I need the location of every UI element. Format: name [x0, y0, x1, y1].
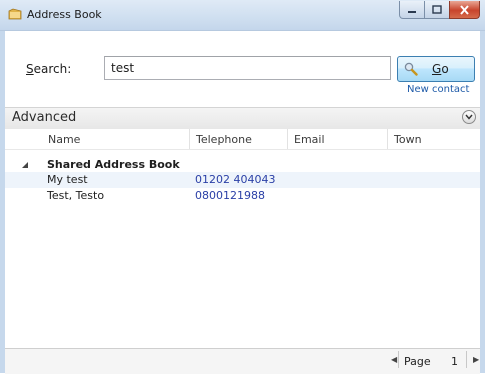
page-label: Page — [404, 355, 431, 368]
column-header-email[interactable]: Email — [288, 129, 388, 149]
expand-button[interactable] — [462, 110, 476, 124]
chevron-down-icon — [465, 114, 473, 120]
new-contact-link[interactable]: New contact — [407, 84, 469, 95]
maximize-button[interactable] — [424, 1, 450, 19]
previous-page-icon[interactable]: ◀ — [391, 355, 397, 364]
contact-name: Test, Testo — [47, 189, 105, 202]
column-header-telephone[interactable]: Telephone — [190, 129, 288, 149]
advanced-bar[interactable]: Advanced — [5, 107, 480, 130]
group-label: Shared Address Book — [47, 158, 180, 171]
maximize-icon — [432, 5, 442, 14]
search-icon — [404, 62, 418, 76]
column-header-town[interactable]: Town — [388, 129, 480, 149]
minimize-icon — [408, 10, 416, 13]
page-number[interactable]: 1 — [451, 355, 458, 368]
table-row[interactable]: My test 01202 404043 — [5, 172, 480, 188]
go-button[interactable]: Go — [397, 56, 475, 82]
search-label: Search: — [26, 62, 72, 76]
collapse-arrow-icon[interactable] — [22, 162, 28, 168]
title-bar[interactable]: Address Book — [0, 0, 485, 31]
next-page-icon[interactable]: ▶ — [473, 355, 479, 364]
contact-name: My test — [47, 173, 88, 186]
search-input[interactable] — [104, 56, 391, 80]
close-button[interactable] — [449, 1, 480, 19]
address-book-icon — [8, 8, 22, 20]
advanced-label: Advanced — [12, 110, 77, 125]
column-header-name[interactable]: Name — [42, 129, 190, 149]
minimize-button[interactable] — [399, 1, 425, 19]
contact-telephone[interactable]: 01202 404043 — [195, 173, 275, 186]
table-row[interactable]: Test, Testo 0800121988 — [5, 188, 480, 204]
pager-divider — [466, 351, 467, 368]
window-title: Address Book — [27, 8, 102, 21]
pager-divider — [398, 351, 399, 368]
contact-telephone[interactable]: 0800121988 — [195, 189, 265, 202]
go-label: Go — [432, 62, 449, 76]
close-icon — [460, 4, 469, 15]
